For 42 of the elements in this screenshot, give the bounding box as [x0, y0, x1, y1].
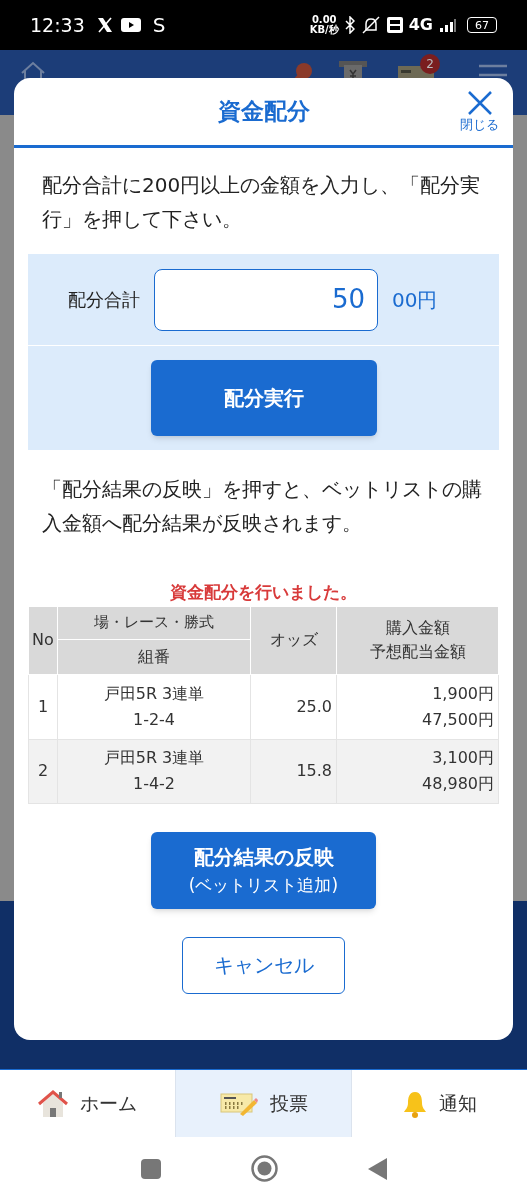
back-icon[interactable]	[367, 1157, 387, 1180]
total-input[interactable]: 50	[154, 268, 378, 331]
nav-tab[interactable]: 投票	[175, 1070, 352, 1137]
table-cell: 15.8	[250, 739, 337, 803]
muted-bell-icon	[360, 16, 381, 34]
recents-icon[interactable]	[140, 1158, 161, 1179]
clock: 12:33	[30, 12, 85, 38]
bell-icon	[402, 1089, 427, 1118]
house-icon	[38, 1089, 68, 1118]
dialog-title: 資金配分	[217, 97, 310, 127]
notification-letter: S	[152, 12, 166, 39]
table-cell: 1	[28, 674, 58, 739]
table-cell: 戸田5R 3連単 1-2-4	[57, 674, 251, 739]
table-header: 購入金額 予想配当金額	[336, 606, 499, 674]
table-header: No	[28, 606, 58, 674]
cancel-button[interactable]: キャンセル	[182, 936, 345, 994]
execute-button[interactable]: 配分実行	[150, 360, 377, 436]
table-cell: 2	[28, 739, 58, 803]
signal-icon	[439, 18, 457, 32]
bluetooth-icon	[344, 16, 355, 34]
x-logo-icon	[96, 17, 113, 33]
result-message: 資金配分を行いました。	[169, 581, 358, 604]
close-button[interactable]: 閉じる	[460, 90, 499, 134]
table-header: 場・レース・勝式	[57, 606, 251, 639]
total-label: 配分合計	[68, 288, 140, 312]
close-icon	[466, 90, 493, 116]
table-cell: 3,100円 48,980円	[336, 739, 499, 803]
note-text: 「配分結果の反映」を押すと、ベットリストの購入金額へ配分結果が反映されます。	[41, 476, 483, 537]
home-button-icon[interactable]	[250, 1155, 278, 1182]
total-suffix: 00円	[392, 286, 438, 314]
network-speed: 0.00 KB/秒	[309, 15, 339, 35]
ticket-pencil-icon	[219, 1090, 258, 1117]
volte-icon	[386, 17, 403, 33]
table-cell: 25.0	[250, 674, 337, 739]
instruction-text: 配分合計に200円以上の金額を入力し、「配分実行」を押して下さい。	[41, 172, 482, 233]
apply-button[interactable]: 配分結果の反映 (ベットリスト追加)	[151, 831, 376, 909]
network-type: 4G	[408, 14, 433, 36]
play-icon	[120, 18, 141, 32]
notification-badge: 2	[420, 54, 440, 74]
table-cell: 1,900円 47,500円	[336, 674, 499, 739]
battery-indicator: 67	[467, 17, 497, 33]
table-cell: 戸田5R 3連単 1-4-2	[57, 739, 251, 803]
